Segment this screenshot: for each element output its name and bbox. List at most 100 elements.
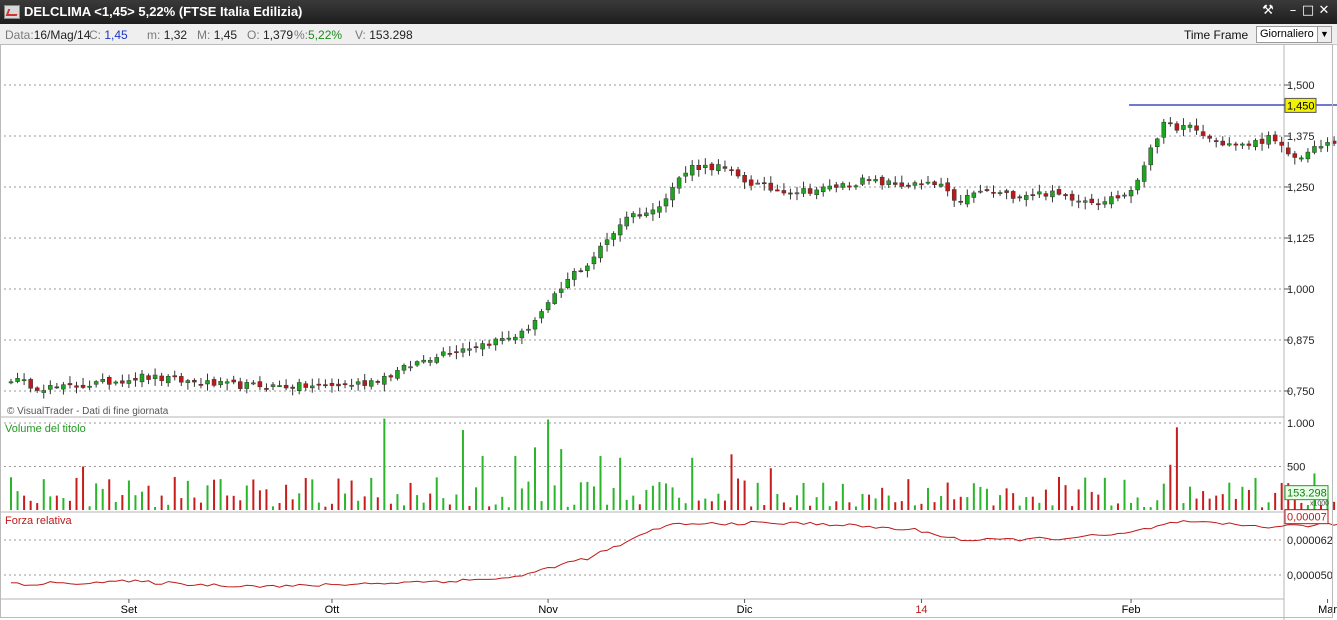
candle-body bbox=[87, 385, 92, 388]
volume-bar bbox=[612, 488, 615, 510]
volume-bar bbox=[854, 506, 857, 510]
candle-body bbox=[165, 376, 171, 384]
candle-body bbox=[369, 380, 374, 387]
timeframe-select[interactable]: Giornaliero ▼ bbox=[1256, 26, 1332, 43]
candle-body bbox=[133, 378, 138, 381]
candle-body bbox=[663, 198, 669, 207]
candle-body bbox=[729, 169, 734, 172]
volume-bar bbox=[861, 493, 864, 510]
volume-bar bbox=[717, 493, 720, 510]
candle-body bbox=[120, 380, 125, 384]
volume-bar bbox=[691, 457, 694, 510]
copyright-note: © VisualTrader - Dati di fine giornata bbox=[7, 406, 169, 417]
candle-body bbox=[532, 320, 538, 330]
volume-bar bbox=[743, 480, 746, 510]
volume-bar bbox=[802, 482, 805, 510]
volume-bar bbox=[455, 494, 458, 510]
last-price-label: 1,450 bbox=[1287, 100, 1315, 112]
candle-body bbox=[198, 383, 204, 386]
volume-bar bbox=[527, 481, 530, 510]
volume-bar bbox=[520, 488, 523, 510]
volume-bar bbox=[1228, 482, 1231, 510]
candle-body bbox=[965, 195, 970, 205]
candle-body bbox=[441, 351, 446, 356]
date-tick-label: Dic bbox=[737, 604, 753, 616]
volume-bar bbox=[953, 499, 956, 510]
volume-bar bbox=[416, 495, 419, 510]
volume-bar bbox=[396, 494, 399, 510]
volume-bar bbox=[409, 482, 412, 510]
candle-body bbox=[1305, 151, 1311, 160]
minimize-icon[interactable]: – bbox=[1285, 3, 1301, 19]
volume-bar bbox=[560, 449, 563, 510]
candle-body bbox=[506, 337, 512, 340]
volume-bar bbox=[540, 501, 543, 510]
candle-body bbox=[192, 379, 197, 383]
chevron-down-icon[interactable]: ▼ bbox=[1317, 27, 1331, 42]
candle-body bbox=[742, 175, 747, 183]
candle-body bbox=[1292, 153, 1298, 158]
volume-bar bbox=[1058, 476, 1060, 510]
volume-bar bbox=[651, 485, 654, 510]
candle-body bbox=[853, 185, 859, 188]
candle-body bbox=[290, 386, 295, 389]
volume-bar bbox=[49, 496, 52, 510]
volume-bar bbox=[272, 506, 274, 510]
max-label: M: bbox=[197, 28, 211, 42]
volume-bar bbox=[173, 476, 176, 510]
volume-bar bbox=[285, 484, 288, 510]
volume-bar bbox=[1064, 485, 1067, 510]
volume-panel-title: Volume del titolo bbox=[5, 423, 86, 435]
maximize-icon[interactable]: □ bbox=[1300, 3, 1316, 19]
volume-bar bbox=[619, 457, 622, 510]
date-value: 16/Mag/14 bbox=[33, 28, 91, 42]
candle-body bbox=[1056, 189, 1062, 195]
candle-body bbox=[689, 165, 695, 176]
candle-body bbox=[74, 385, 79, 388]
volume-bar bbox=[488, 506, 491, 510]
volume-bar bbox=[946, 482, 949, 510]
volume-bar bbox=[1103, 477, 1106, 510]
volume-bar bbox=[468, 506, 471, 510]
candle-body bbox=[847, 185, 852, 188]
candle-body bbox=[814, 189, 819, 196]
candle-body bbox=[1069, 193, 1075, 201]
volume-bar bbox=[1169, 464, 1172, 510]
volume-bar bbox=[573, 504, 576, 510]
timeframe-value: Giornaliero bbox=[1260, 28, 1314, 40]
candle-body bbox=[1200, 131, 1206, 136]
price-tick-label: 0,750 bbox=[1287, 386, 1315, 398]
volume-bar bbox=[1071, 506, 1074, 510]
rs-tick-label: 0,000062 bbox=[1287, 535, 1333, 547]
candle-body bbox=[820, 186, 826, 193]
volume-bar bbox=[193, 497, 196, 510]
candle-body bbox=[1207, 135, 1212, 139]
volume-bar bbox=[1175, 427, 1178, 510]
candle-body bbox=[1096, 203, 1101, 206]
candle-body bbox=[375, 381, 381, 383]
volume-bar bbox=[448, 504, 451, 510]
candle-body bbox=[224, 381, 230, 384]
volume-bar bbox=[776, 494, 779, 510]
candle-body bbox=[526, 328, 531, 331]
candle-body bbox=[827, 185, 832, 190]
volume-bar bbox=[815, 497, 818, 510]
price-tick-label: 1,000 bbox=[1287, 284, 1315, 296]
candle-body bbox=[611, 233, 616, 240]
tools-icon[interactable]: ⚒ bbox=[1260, 3, 1276, 19]
volume-bar bbox=[206, 485, 209, 510]
volume-bar bbox=[226, 495, 229, 510]
candle-body bbox=[866, 179, 872, 181]
candle-body bbox=[355, 381, 361, 385]
volume-bar bbox=[291, 499, 294, 510]
volume-bar bbox=[1149, 507, 1152, 510]
volume-bar bbox=[42, 479, 45, 510]
close-icon[interactable]: ✕ bbox=[1316, 3, 1332, 19]
candle-body bbox=[146, 375, 151, 380]
candle-body bbox=[1102, 201, 1108, 205]
candle-body bbox=[1082, 200, 1088, 203]
volume-bar bbox=[160, 495, 163, 510]
chart-area[interactable]: 1,500 1,375 1,250 1,125 1,000 0,875 0,750 1,450… bbox=[0, 45, 1337, 620]
volume-bar bbox=[232, 495, 235, 510]
candle-body bbox=[755, 182, 760, 185]
